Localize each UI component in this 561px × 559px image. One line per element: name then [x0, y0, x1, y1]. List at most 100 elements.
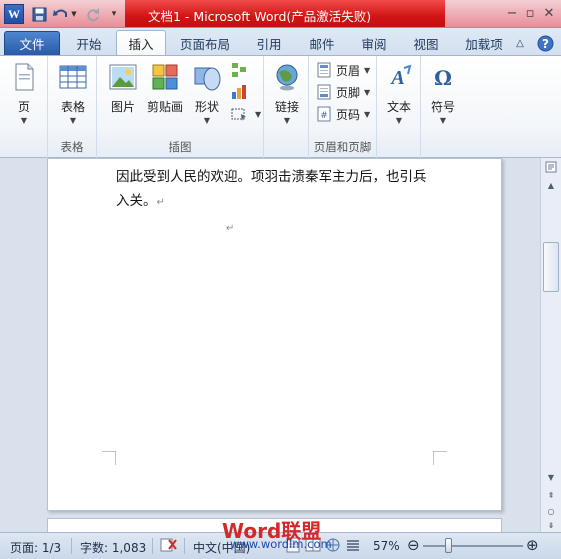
minimize-ribbon-icon[interactable]: △	[512, 31, 528, 55]
table-icon	[59, 65, 87, 89]
margin-corner-mark	[102, 451, 116, 465]
smartart-button[interactable]	[231, 60, 251, 80]
chevron-down-icon: ▼	[283, 116, 291, 125]
clipart-icon	[152, 64, 178, 90]
svg-text:A: A	[389, 67, 404, 89]
word-count-status[interactable]: 字数: 1,083	[80, 539, 146, 556]
page-count-status[interactable]: 页面: 1/3	[10, 539, 61, 556]
page-button[interactable]: 页 ▼	[6, 60, 42, 125]
picture-button-label: 图片	[110, 100, 135, 114]
links-button[interactable]: 链接 ▼	[268, 60, 306, 125]
status-separator	[71, 538, 72, 554]
paragraph-mark: ↵	[226, 223, 235, 234]
tab-addins[interactable]: 加载项	[456, 31, 512, 55]
shapes-icon	[194, 67, 221, 91]
undo-dropdown-icon[interactable]: ▼	[70, 5, 78, 23]
smartart-icon	[232, 63, 246, 77]
symbol-button-label: 符号	[430, 100, 455, 114]
document-page[interactable]: 因此受到人民的欢迎。项羽击溃秦军主力后，也引兵 入关。↵ ↵	[47, 158, 502, 511]
chevron-down-icon: ▼	[69, 116, 77, 125]
tab-home[interactable]: 开始	[64, 31, 114, 55]
shapes-button-label: 形状	[194, 100, 219, 114]
tab-file[interactable]: 文件	[4, 31, 60, 55]
document-area[interactable]: 因此受到人民的欢迎。项羽击溃秦军主力后，也引兵 入关。↵ ↵	[0, 158, 540, 532]
undo-icon[interactable]	[52, 5, 70, 23]
chevron-down-icon: ▼	[364, 65, 371, 75]
symbol-button[interactable]: Ω 符号 ▼	[425, 60, 461, 125]
restore-icon[interactable]: ▫	[521, 4, 539, 22]
view-draft-icon[interactable]	[345, 537, 361, 556]
paragraph-mark: ↵	[156, 197, 165, 208]
footer-button[interactable]: 页脚 ▼	[316, 82, 370, 102]
tab-view[interactable]: 视图	[403, 31, 449, 55]
zoom-slider-track[interactable]	[423, 545, 523, 547]
tab-insert[interactable]: 插入	[116, 30, 166, 56]
document-line: ↵	[116, 215, 427, 241]
page-button-label: 页	[17, 100, 30, 114]
group-links: 链接 ▼	[264, 56, 309, 158]
document-line: 入关。↵	[116, 193, 165, 209]
minimize-icon[interactable]: −	[503, 4, 521, 22]
zoom-out-icon[interactable]: ⊖	[407, 536, 420, 554]
clipart-button[interactable]: 剪贴画	[145, 60, 185, 115]
group-symbols: Ω 符号 ▼	[421, 56, 465, 158]
header-button[interactable]: 页眉 ▼	[316, 60, 370, 80]
zoom-in-icon[interactable]: ⊕	[526, 536, 539, 554]
page-number-button-label: 页码	[336, 107, 361, 122]
zoom-slider-knob[interactable]	[445, 538, 453, 553]
links-button-label: 链接	[274, 100, 299, 114]
status-separator	[152, 538, 153, 554]
previous-page-icon[interactable]: ⇞	[543, 488, 559, 502]
help-icon[interactable]: ?	[535, 31, 555, 55]
window-title: 文档1 - Microsoft Word(产品激活失败)	[148, 9, 372, 24]
chevron-down-icon: ▼	[395, 116, 403, 125]
svg-text:#: #	[320, 111, 328, 121]
picture-button[interactable]: 图片	[105, 60, 141, 115]
clipart-button-label: 剪贴画	[146, 100, 183, 114]
table-button-label: 表格	[60, 100, 85, 114]
table-button[interactable]: 表格 ▼	[54, 60, 92, 125]
text-button-label: 文本	[386, 100, 411, 114]
chart-icon	[232, 85, 246, 99]
group-illustrations: 图片 剪贴画 形状 ▼ ▼ 插图	[97, 56, 264, 158]
group-header-footer: 页眉 ▼ 页脚 ▼ # 页码 ▼ 页眉和页脚	[309, 56, 377, 158]
ruler-toggle-icon[interactable]	[543, 160, 559, 174]
redo-icon[interactable]	[84, 5, 102, 23]
shapes-button[interactable]: 形状 ▼	[189, 60, 225, 125]
document-text[interactable]: 因此受到人民的欢迎。项羽击溃秦军主力后，也引兵 入关。↵ ↵	[116, 165, 427, 241]
group-label-header-footer: 页眉和页脚	[313, 140, 372, 154]
group-text: A 文本 ▼	[377, 56, 421, 158]
tab-mailings[interactable]: 邮件	[299, 31, 345, 55]
tab-references[interactable]: 引用	[246, 31, 292, 55]
zoom-level[interactable]: 57%	[373, 539, 400, 553]
close-icon[interactable]: ✕	[540, 4, 558, 22]
browse-object-icon[interactable]: ○	[543, 504, 559, 518]
page-number-button[interactable]: # 页码 ▼	[316, 104, 370, 124]
site-watermark: Word联盟 www.wordlm.com	[222, 515, 332, 551]
scroll-thumb[interactable]	[543, 242, 559, 292]
screenshot-button[interactable]: ▼	[231, 104, 261, 124]
chart-button[interactable]	[231, 82, 251, 102]
svg-text:Ω: Ω	[434, 66, 452, 90]
margin-corner-mark	[433, 451, 447, 465]
screenshot-icon	[231, 108, 246, 121]
customize-qat-icon[interactable]: ▾	[108, 5, 120, 23]
page-icon	[15, 63, 34, 91]
chevron-down-icon: ▼	[364, 109, 371, 119]
next-page-icon[interactable]: ⇟	[543, 518, 559, 532]
group-pages: 页 ▼	[0, 56, 48, 158]
word-app-icon[interactable]: W	[4, 4, 24, 24]
status-separator	[184, 538, 185, 554]
group-label-tables: 表格	[60, 140, 84, 154]
tab-page-layout[interactable]: 页面布局	[172, 31, 238, 55]
save-icon[interactable]	[30, 5, 48, 23]
chevron-down-icon: ▼	[364, 87, 371, 97]
proofing-icon[interactable]	[160, 537, 178, 556]
vertical-scrollbar[interactable]: ▲ ▼ ⇞ ○ ⇟	[540, 158, 561, 532]
scroll-down-icon[interactable]: ▼	[543, 470, 559, 484]
tab-review[interactable]: 审阅	[351, 31, 397, 55]
text-button[interactable]: A 文本 ▼	[381, 60, 417, 125]
scroll-up-icon[interactable]: ▲	[543, 178, 559, 192]
group-label-illustrations: 插图	[168, 140, 192, 154]
group-tables: 表格 ▼ 表格	[48, 56, 97, 158]
